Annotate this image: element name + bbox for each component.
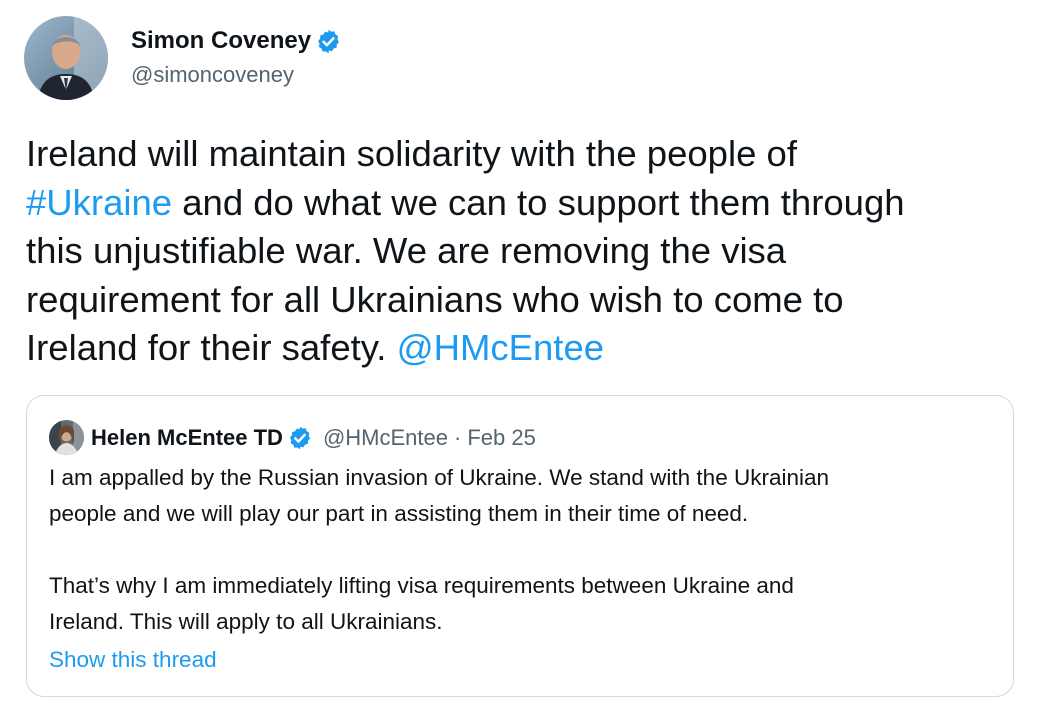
quoted-tweet-text: I am appalled by the Russian invasion of… xyxy=(49,460,999,640)
quoted-author-avatar[interactable] xyxy=(49,420,84,455)
quoted-tweet-line: people and we will play our part in assi… xyxy=(49,501,749,526)
hashtag-link[interactable]: #Ukraine xyxy=(26,182,172,223)
verified-badge-icon xyxy=(315,28,342,55)
show-thread-link[interactable]: Show this thread xyxy=(49,642,217,678)
quoted-tweet-paragraph: I am appalled by the Russian invasion of… xyxy=(49,460,999,532)
quoted-tweet-line: That’s why I am immediately lifting visa… xyxy=(49,573,794,598)
quoted-tweet-line: I am appalled by the Russian invasion of… xyxy=(49,465,829,490)
quoted-author-handle[interactable]: @HMcEntee xyxy=(323,425,448,451)
author-avatar[interactable] xyxy=(24,16,108,100)
author-name-row[interactable]: Simon Coveney xyxy=(131,26,342,56)
tweet-text-line: Ireland will maintain solidarity with th… xyxy=(26,133,797,174)
quoted-tweet-header: Helen McEntee TD @HMcEntee · Feb 25 xyxy=(49,420,536,455)
tweet-text-line: requirement for all Ukrainians who wish … xyxy=(26,278,844,320)
mention-link[interactable]: @HMcEntee xyxy=(397,327,604,368)
quoted-tweet-card[interactable]: Helen McEntee TD @HMcEntee · Feb 25 I am… xyxy=(26,395,1014,697)
tweet-text: Ireland will maintain solidarity with th… xyxy=(26,130,1026,373)
tweet-text-segment: Ireland for their safety. xyxy=(26,327,397,368)
verified-badge-icon xyxy=(287,425,313,451)
quoted-tweet-paragraph: That’s why I am immediately lifting visa… xyxy=(49,568,999,640)
quoted-author-name[interactable]: Helen McEntee TD xyxy=(91,425,283,451)
tweet-author: Simon Coveney @simoncoveney xyxy=(24,16,342,100)
author-display-name: Simon Coveney xyxy=(131,27,312,54)
quoted-tweet-line: Ireland. This will apply to all Ukrainia… xyxy=(49,609,443,634)
author-handle[interactable]: @simoncoveney xyxy=(131,60,342,90)
tweet-text-line: this unjustifiable war. We are removing … xyxy=(26,230,787,271)
tweet-text-segment: and do what we can to support them throu… xyxy=(172,181,905,223)
separator-dot: · xyxy=(453,424,462,450)
quoted-tweet-date[interactable]: Feb 25 xyxy=(467,425,536,451)
